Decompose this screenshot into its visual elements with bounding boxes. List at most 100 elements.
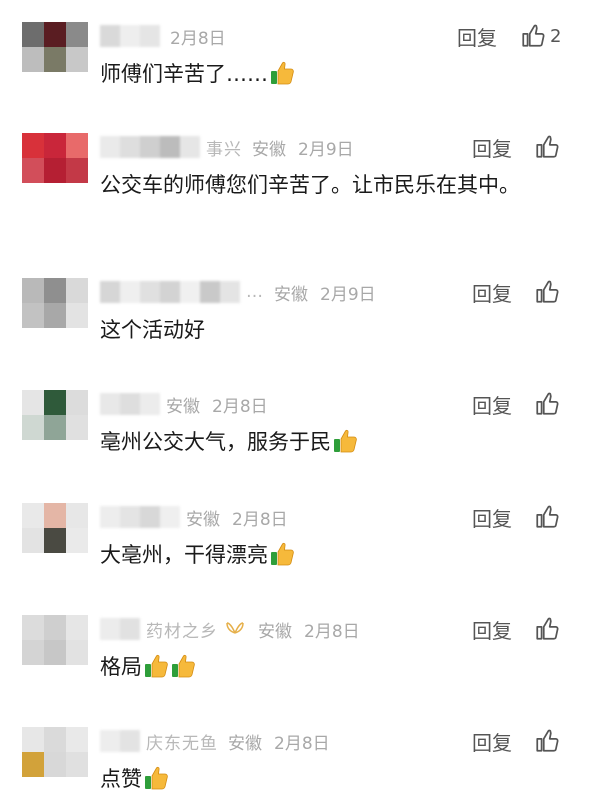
- avatar[interactable]: [22, 278, 88, 328]
- avatar-pixel: [66, 158, 88, 183]
- username-mosaic: [100, 25, 160, 47]
- avatar-pixel: [44, 390, 66, 415]
- avatar[interactable]: [22, 727, 88, 777]
- mosaic-block: [120, 25, 140, 47]
- reply-button[interactable]: 回复: [457, 22, 497, 50]
- comment-text: 师傅们辛苦了……: [100, 56, 540, 92]
- comment-date: 2月8日: [304, 621, 360, 642]
- avatar-pixel: [22, 415, 44, 440]
- avatar[interactable]: [22, 615, 88, 665]
- avatar-pixel: [44, 47, 66, 72]
- avatar-pixel: [44, 640, 66, 665]
- like-button[interactable]: 2: [520, 22, 561, 50]
- reply-button[interactable]: 回复: [472, 727, 512, 755]
- username-mosaic: [100, 393, 160, 415]
- like-button[interactable]: [534, 133, 560, 161]
- avatar-pixel: [22, 752, 44, 777]
- mosaic-block: [120, 393, 140, 415]
- mosaic-block: [140, 281, 160, 303]
- avatar-pixel: [66, 615, 88, 640]
- avatar-pixel: [44, 615, 66, 640]
- avatar-pixel: [66, 278, 88, 303]
- mosaic-block: [100, 136, 120, 158]
- thumbs-up-emoji-icon: [172, 654, 195, 678]
- reply-button[interactable]: 回复: [472, 503, 512, 531]
- avatar-pixel: [66, 22, 88, 47]
- like-button[interactable]: [534, 615, 560, 643]
- avatar-pixel: [66, 640, 88, 665]
- thumbs-up-icon: [536, 280, 559, 303]
- avatar[interactable]: [22, 390, 88, 440]
- like-button[interactable]: [534, 390, 560, 418]
- comment-region: 安徽: [252, 139, 286, 160]
- comment-region: 安徽: [186, 509, 220, 530]
- thumbs-up-emoji-icon: [271, 542, 294, 566]
- mosaic-block: [120, 730, 140, 752]
- thumbs-up-emoji-icon: [268, 542, 295, 567]
- reply-button[interactable]: 回复: [472, 390, 512, 418]
- mosaic-block: [140, 393, 160, 415]
- mosaic-block: [160, 281, 180, 303]
- mosaic-block: [120, 618, 140, 640]
- reply-button[interactable]: 回复: [472, 278, 512, 306]
- avatar-pixel: [22, 47, 44, 72]
- like-button[interactable]: [534, 278, 560, 306]
- mosaic-block: [140, 506, 160, 528]
- thumbs-up-emoji-icon: [334, 429, 357, 453]
- thumbs-up-icon: [536, 505, 559, 528]
- comment-text: 这个活动好: [100, 318, 205, 342]
- avatar-pixel: [66, 47, 88, 72]
- avatar-pixel: [22, 133, 44, 158]
- like-button[interactable]: [534, 727, 560, 755]
- comment-meta: 事兴 安徽 2月9日: [100, 133, 354, 161]
- avatar-pixel: [66, 303, 88, 328]
- thumbs-up-emoji-icon: [271, 61, 294, 85]
- avatar[interactable]: [22, 503, 88, 553]
- avatar-pixel: [44, 727, 66, 752]
- like-button[interactable]: [534, 503, 560, 531]
- reply-button[interactable]: 回复: [472, 133, 512, 161]
- username-fragment: 事兴: [206, 139, 242, 160]
- comment-text: 亳州公交大气，服务于民: [100, 424, 540, 460]
- avatar-pixel: [44, 528, 66, 553]
- username-mosaic: [100, 281, 240, 303]
- mosaic-block: [180, 136, 200, 158]
- comment-meta: 安徽 2月8日: [100, 503, 288, 531]
- mosaic-block: [100, 281, 120, 303]
- thumbs-up-icon: [536, 617, 559, 640]
- comment-meta: 安徽 2月8日: [100, 390, 268, 418]
- avatar-pixel: [66, 415, 88, 440]
- thumbs-up-emoji-icon: [142, 766, 169, 791]
- mosaic-block: [140, 136, 160, 158]
- mosaic-block: [100, 730, 120, 752]
- avatar-pixel: [44, 415, 66, 440]
- mosaic-block: [100, 506, 120, 528]
- avatar-pixel: [22, 640, 44, 665]
- username-fragment: 庆东无鱼: [146, 733, 218, 754]
- comment-meta: 药材之乡 安徽 2月8日: [100, 615, 360, 643]
- mosaic-block: [160, 506, 180, 528]
- avatar-pixel: [22, 22, 44, 47]
- mosaic-block: [220, 281, 240, 303]
- thumbs-up-emoji-icon: [142, 654, 196, 679]
- mosaic-block: [120, 136, 140, 158]
- avatar-pixel: [66, 727, 88, 752]
- comment-date: 2月8日: [274, 733, 330, 754]
- heart-badge-icon: [226, 622, 244, 634]
- avatar[interactable]: [22, 22, 88, 72]
- username-mosaic: [100, 730, 140, 752]
- mosaic-block: [100, 618, 120, 640]
- reply-button[interactable]: 回复: [472, 615, 512, 643]
- username-mosaic: [100, 136, 200, 158]
- avatar[interactable]: [22, 133, 88, 183]
- comment-text: 大亳州，干得漂亮: [100, 537, 540, 573]
- avatar-pixel: [66, 528, 88, 553]
- avatar-pixel: [44, 303, 66, 328]
- avatar-pixel: [22, 158, 44, 183]
- comment-region: 安徽: [166, 396, 200, 417]
- comment-text: 格局: [100, 649, 540, 685]
- username-fragment: 药材之乡: [146, 621, 218, 642]
- comment-text: 点赞: [100, 761, 540, 797]
- comment-text: 公交车的师傅您们辛苦了。让市民乐在其中。: [100, 173, 520, 197]
- avatar-pixel: [22, 390, 44, 415]
